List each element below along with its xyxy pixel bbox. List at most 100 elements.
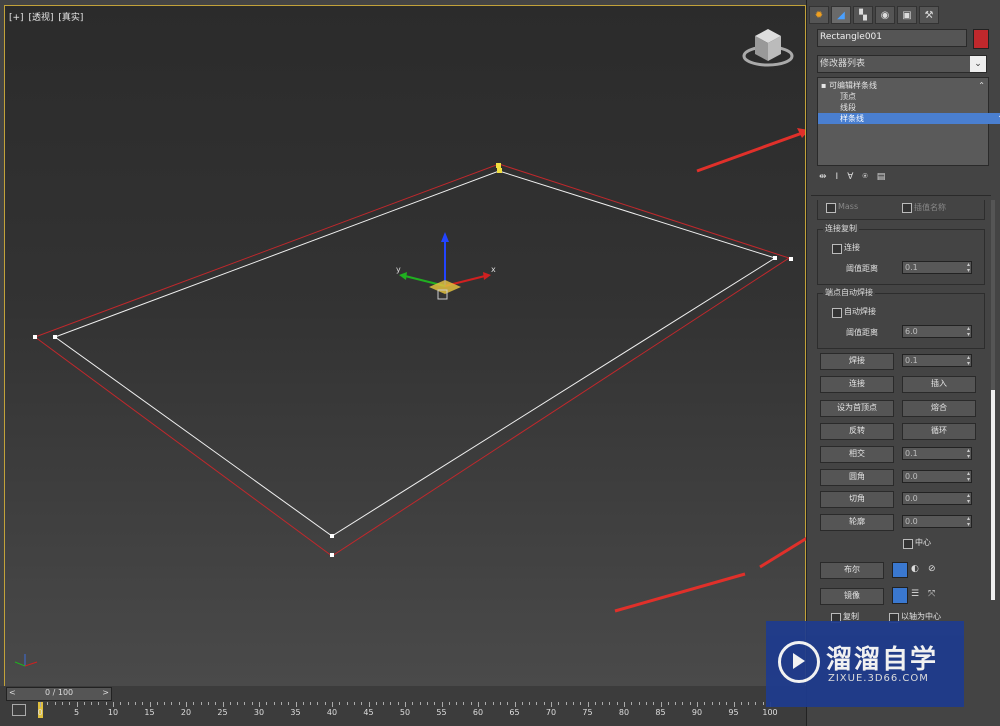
mirror-button[interactable]: 镜像: [820, 588, 884, 605]
vertex-handle[interactable]: [497, 168, 502, 173]
perspective-viewport[interactable]: [+] [透视] [真实] x y: [4, 5, 806, 688]
spinner-arrows-icon[interactable]: ▴ ▾: [967, 355, 970, 367]
modify-tab-icon[interactable]: ◢: [831, 6, 851, 24]
chevron-up-icon[interactable]: ⌃: [978, 80, 985, 91]
viewcube-icon[interactable]: [742, 29, 794, 67]
ruler-tick: [368, 702, 370, 707]
show-end-result-icon[interactable]: Ⅰ: [836, 172, 839, 186]
ruler-tick-label: 85: [655, 708, 666, 717]
ruler-tick: [375, 702, 377, 705]
vertex-handle[interactable]: [789, 257, 793, 261]
ruler-tick: [624, 702, 625, 707]
center-checkbox[interactable]: [903, 539, 913, 549]
remove-modifier-icon[interactable]: ⍟: [862, 172, 867, 186]
panel-scrollbar-track[interactable]: [991, 200, 995, 390]
crossinsert-spinner[interactable]: 0.1 ▴ ▾: [902, 447, 972, 460]
insert-button[interactable]: 插入: [902, 376, 976, 393]
create-tab-icon[interactable]: ✹: [809, 6, 829, 24]
vertex-handle[interactable]: [33, 335, 37, 339]
time-slider[interactable]: < 0 / 100 >: [6, 687, 112, 701]
ruler-tick: [412, 702, 414, 705]
ruler-tick: [76, 702, 78, 707]
threshold-spinner[interactable]: 0.1 ▴ ▾: [902, 261, 972, 274]
utilities-tab-icon[interactable]: ⚒: [919, 6, 939, 24]
mirror-both-icon[interactable]: ⤧: [928, 589, 935, 599]
chevron-down-icon[interactable]: ⌄: [970, 56, 986, 72]
time-prev-button[interactable]: <: [9, 688, 16, 697]
expand-icon[interactable]: ▪: [821, 81, 826, 90]
spinner-arrows-icon[interactable]: ▴ ▾: [967, 326, 970, 338]
crossinsert-button[interactable]: 相交: [820, 446, 894, 463]
make-unique-icon[interactable]: ∀: [847, 172, 853, 186]
ruler-tick: [405, 702, 406, 707]
pin-stack-icon[interactable]: ⇹: [819, 172, 827, 186]
make-first-button[interactable]: 设为首顶点: [820, 400, 894, 417]
display-tab-icon[interactable]: ▣: [897, 6, 917, 24]
timeline-mini-icon[interactable]: [12, 704, 26, 716]
hierarchy-tab-icon[interactable]: ▚: [853, 6, 873, 24]
spinner-arrows-icon[interactable]: ▴ ▾: [967, 448, 970, 460]
boolean-intersect-icon[interactable]: ⊘: [928, 564, 936, 574]
cycle-button[interactable]: 循环: [902, 423, 976, 440]
checkbox[interactable]: [832, 244, 842, 254]
boolean-button[interactable]: 布尔: [820, 562, 884, 579]
mirror-horizontal-icon[interactable]: [892, 587, 908, 604]
fuse-button[interactable]: 熔合: [902, 400, 976, 417]
ruler-tick: [273, 702, 275, 705]
stack-item-vertex[interactable]: 顶点: [818, 91, 1000, 102]
ruler-tick: [40, 702, 41, 707]
motion-tab-icon[interactable]: ◉: [875, 6, 895, 24]
stack-item-segment[interactable]: 线段: [818, 102, 1000, 113]
timeline[interactable]: < 0 / 100 > 0 5 10 15 20 25 30 35 40 45 50 55 60 65 70…: [0, 686, 806, 726]
reverse-button[interactable]: 反转: [820, 423, 894, 440]
partial-label: Mass: [838, 202, 859, 211]
vertex-handle[interactable]: [496, 163, 501, 168]
spinner-arrows-icon[interactable]: ▴ ▾: [967, 471, 970, 483]
spinner-arrows-icon[interactable]: ▴ ▾: [967, 493, 970, 505]
transform-gizmo-icon[interactable]: x y: [396, 232, 496, 300]
modifier-stack[interactable]: ▪ 可编辑样条线 ⌃ 顶点 线段 样条线 ⌃: [817, 77, 1000, 166]
vertex-handle[interactable]: [330, 534, 334, 538]
ruler-tick: [346, 702, 348, 705]
ruler-tick: [667, 702, 669, 705]
ruler-tick: [142, 702, 144, 705]
outline-spinner[interactable]: 0.0 ▴ ▾: [902, 515, 972, 528]
endpoint-weld-group: 端点自动焊接 自动焊接 阈值距离 6.0 ▴ ▾: [817, 287, 985, 349]
connect-button[interactable]: 连接: [820, 376, 894, 393]
outline-button[interactable]: 轮廓: [820, 514, 894, 531]
fillet-button[interactable]: 圆角: [820, 469, 894, 486]
ruler-tick: [689, 702, 691, 705]
outline-shape[interactable]: [33, 163, 791, 557]
stack-item-editable-spline[interactable]: ▪ 可编辑样条线 ⌃: [818, 80, 987, 91]
chamfer-button[interactable]: 切角: [820, 491, 894, 508]
panel-scrollbar-thumb[interactable]: [991, 390, 995, 600]
configure-sets-icon[interactable]: ▤: [877, 172, 886, 186]
object-name-field[interactable]: Rectangle001: [817, 29, 967, 47]
vertex-handle[interactable]: [773, 256, 777, 260]
vertex-handle[interactable]: [53, 335, 57, 339]
modifier-list-dropdown[interactable]: 修改器列表 ⌄: [817, 55, 987, 73]
threshold-spinner[interactable]: 6.0 ▴ ▾: [902, 325, 972, 338]
weld-spinner[interactable]: 0.1 ▴ ▾: [902, 354, 972, 367]
ruler-tick: [470, 702, 472, 705]
spinner-arrows-icon[interactable]: ▴ ▾: [967, 262, 970, 274]
fillet-spinner[interactable]: 0.0 ▴ ▾: [902, 470, 972, 483]
time-ruler[interactable]: 0 5 10 15 20 25 30 35 40 45 50 55 60 65 70 75 80 85 90 95 10…: [37, 702, 780, 722]
mirror-vertical-icon[interactable]: ☰: [911, 589, 919, 599]
ruler-tick: [536, 702, 538, 705]
time-next-button[interactable]: >: [102, 688, 109, 697]
chamfer-spinner[interactable]: 0.0 ▴ ▾: [902, 492, 972, 505]
rectangle-shape[interactable]: [53, 170, 777, 537]
stack-item-spline[interactable]: 样条线 ⌃: [818, 113, 1000, 124]
boolean-union-icon[interactable]: [892, 562, 908, 578]
panel-divider: [811, 195, 991, 196]
vertex-handle[interactable]: [330, 553, 334, 557]
weld-button[interactable]: 焊接: [820, 353, 894, 370]
checkbox[interactable]: [826, 203, 836, 213]
object-color-swatch[interactable]: [973, 29, 989, 49]
boolean-subtract-icon[interactable]: ◐: [911, 564, 919, 574]
fillet-value: 0.0: [905, 472, 918, 481]
spinner-arrows-icon[interactable]: ▴ ▾: [967, 516, 970, 528]
checkbox[interactable]: [902, 203, 912, 213]
checkbox[interactable]: [832, 308, 842, 318]
